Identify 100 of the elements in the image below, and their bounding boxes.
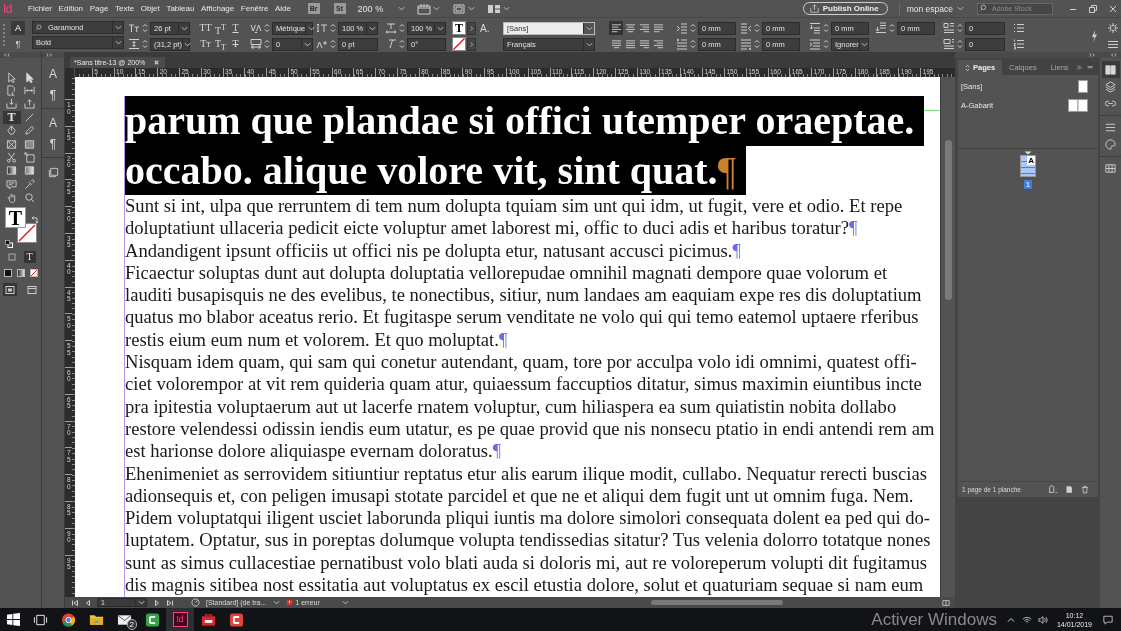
expand-chevrons-icon[interactable] — [45, 53, 53, 57]
trash-icon[interactable] — [1080, 485, 1090, 494]
menu-item[interactable]: Texte — [111, 1, 138, 16]
gradient-icon[interactable] — [16, 269, 25, 278]
menu-icon[interactable] — [1107, 38, 1119, 50]
spinner-arrows-icon[interactable] — [823, 22, 829, 34]
settings-icon[interactable] — [1107, 22, 1119, 34]
no-stroke-swatch-icon[interactable] — [452, 37, 466, 51]
chevron-right-icon[interactable] — [467, 21, 476, 35]
lightning-icon[interactable] — [1090, 29, 1098, 43]
alignment-button[interactable] — [609, 37, 623, 51]
single-page-icon[interactable] — [1078, 79, 1088, 93]
formatting-mode-button[interactable]: ¶ — [11, 37, 25, 51]
tool-button[interactable]: T — [2, 110, 21, 125]
preflight-icon[interactable] — [191, 598, 200, 607]
chevron-right-icon[interactable] — [467, 37, 476, 51]
dock-panel-button[interactable] — [1101, 61, 1120, 78]
close-icon[interactable] — [153, 59, 161, 66]
alignment-button[interactable] — [637, 21, 651, 35]
taskbar-button[interactable]: 2 — [110, 608, 138, 631]
next-page-icon[interactable] — [153, 598, 161, 607]
taskbar-button[interactable]: Id — [166, 608, 194, 631]
new-page-icon[interactable] — [1064, 485, 1074, 494]
workspace-dropdown[interactable]: mon espace — [906, 3, 964, 14]
restore-icon[interactable] — [1087, 2, 1099, 15]
page-spread-icon[interactable] — [1068, 98, 1088, 112]
swap-arrows-icon[interactable] — [31, 216, 39, 225]
character-style-button[interactable]: T — [228, 37, 243, 51]
panel-button[interactable]: ¶ — [42, 134, 64, 154]
notifications-icon[interactable] — [1103, 614, 1113, 625]
view-mode-button[interactable] — [24, 283, 39, 297]
spinner-arrows-icon[interactable] — [754, 22, 760, 34]
bulleted-list-icon[interactable] — [1013, 22, 1025, 34]
menu-item[interactable]: Affichage — [198, 1, 238, 16]
no-color-icon[interactable] — [29, 269, 38, 278]
spinner-arrows-icon[interactable] — [330, 38, 336, 50]
previous-page-icon[interactable] — [84, 598, 92, 607]
alignment-button[interactable] — [623, 37, 637, 51]
character-style-button[interactable]: TT — [198, 21, 213, 35]
character-style-button[interactable]: Tᴛ — [198, 37, 213, 51]
page-thumbnail[interactable]: A — [1020, 155, 1036, 177]
page-size-icon[interactable] — [1048, 485, 1058, 494]
formatting-mode-button[interactable]: A — [11, 21, 25, 35]
fill-swatch[interactable]: T — [5, 207, 26, 229]
character-style-button[interactable]: T$^{T}$ — [213, 21, 228, 35]
first-page-icon[interactable] — [71, 598, 79, 607]
menu-item[interactable]: Edition — [55, 1, 87, 16]
spinner-arrows-icon[interactable] — [142, 38, 148, 50]
panel-button[interactable]: ¶ — [42, 85, 64, 105]
panel-menu-icon[interactable] — [1086, 64, 1093, 71]
menu-item[interactable]: Tableau — [163, 1, 198, 16]
alignment-button[interactable] — [651, 37, 665, 51]
format-target-button[interactable]: T — [23, 251, 36, 264]
zoom-dropdown[interactable]: 200 % — [357, 3, 406, 14]
spinner-arrows-icon[interactable] — [957, 22, 963, 34]
spinner-arrows-icon[interactable] — [399, 22, 405, 34]
alignment-button[interactable] — [651, 21, 665, 35]
arrange-documents-button[interactable] — [487, 2, 511, 15]
alignment-button[interactable] — [623, 21, 637, 35]
alignment-button[interactable] — [609, 21, 623, 35]
numbered-list-icon[interactable] — [1013, 38, 1025, 50]
split-view-icon[interactable] — [942, 598, 950, 607]
collapse-chevrons-icon[interactable] — [1110, 53, 1118, 57]
scrollbar-thumb[interactable] — [650, 600, 783, 605]
default-colors-icon[interactable] — [5, 240, 13, 249]
selected-heading[interactable]: parum que plandae si offici utemper oraeptae. occabo. alique volore vit, sint quat.¶ — [125, 96, 940, 195]
menu-item[interactable]: Fenêtre — [237, 1, 272, 16]
menu-item[interactable]: Page — [86, 1, 112, 16]
panel-button[interactable]: A — [42, 64, 64, 84]
spinner-arrows-icon[interactable] — [957, 38, 963, 50]
fill-swatch[interactable]: T — [452, 21, 466, 35]
scrollbar-thumb[interactable] — [944, 140, 952, 300]
spinner-arrows-icon[interactable] — [823, 38, 829, 50]
collapse-chevrons-icon[interactable] — [3, 53, 11, 57]
spinner-arrows-icon[interactable] — [142, 22, 148, 34]
expand-chevrons-icon[interactable] — [1088, 53, 1096, 57]
screen-mode-button[interactable] — [452, 2, 476, 15]
wifi-icon[interactable] — [1021, 614, 1032, 625]
spinner-arrows-icon[interactable] — [264, 22, 270, 34]
solid-color-icon[interactable] — [3, 269, 12, 278]
menu-item[interactable]: Aide — [272, 1, 294, 16]
spinner-arrows-icon[interactable] — [754, 38, 760, 50]
spinner-arrows-icon[interactable] — [399, 38, 405, 50]
double-chevron-icon[interactable] — [1075, 64, 1082, 71]
grip-icon[interactable] — [2, 21, 6, 49]
spinner-arrows-icon[interactable] — [690, 38, 696, 50]
spinner-arrows-icon[interactable] — [889, 22, 895, 34]
view-mode-button[interactable] — [2, 283, 17, 297]
view-options-button[interactable] — [417, 2, 441, 15]
speaker-icon[interactable] — [1037, 614, 1048, 625]
character-style-button[interactable]: T — [228, 21, 243, 35]
spinner-arrows-icon[interactable] — [690, 22, 696, 34]
character-style-button[interactable]: T$_{T}$ — [213, 37, 228, 51]
last-page-icon[interactable] — [166, 598, 174, 607]
spinner-arrows-icon[interactable] — [264, 38, 270, 50]
vertical-scrollbar[interactable] — [940, 77, 955, 597]
menu-item[interactable]: Objet — [137, 1, 163, 16]
menu-item[interactable]: Fichier — [25, 1, 55, 16]
alignment-button[interactable] — [637, 37, 651, 51]
panel-button[interactable]: A — [42, 113, 64, 133]
